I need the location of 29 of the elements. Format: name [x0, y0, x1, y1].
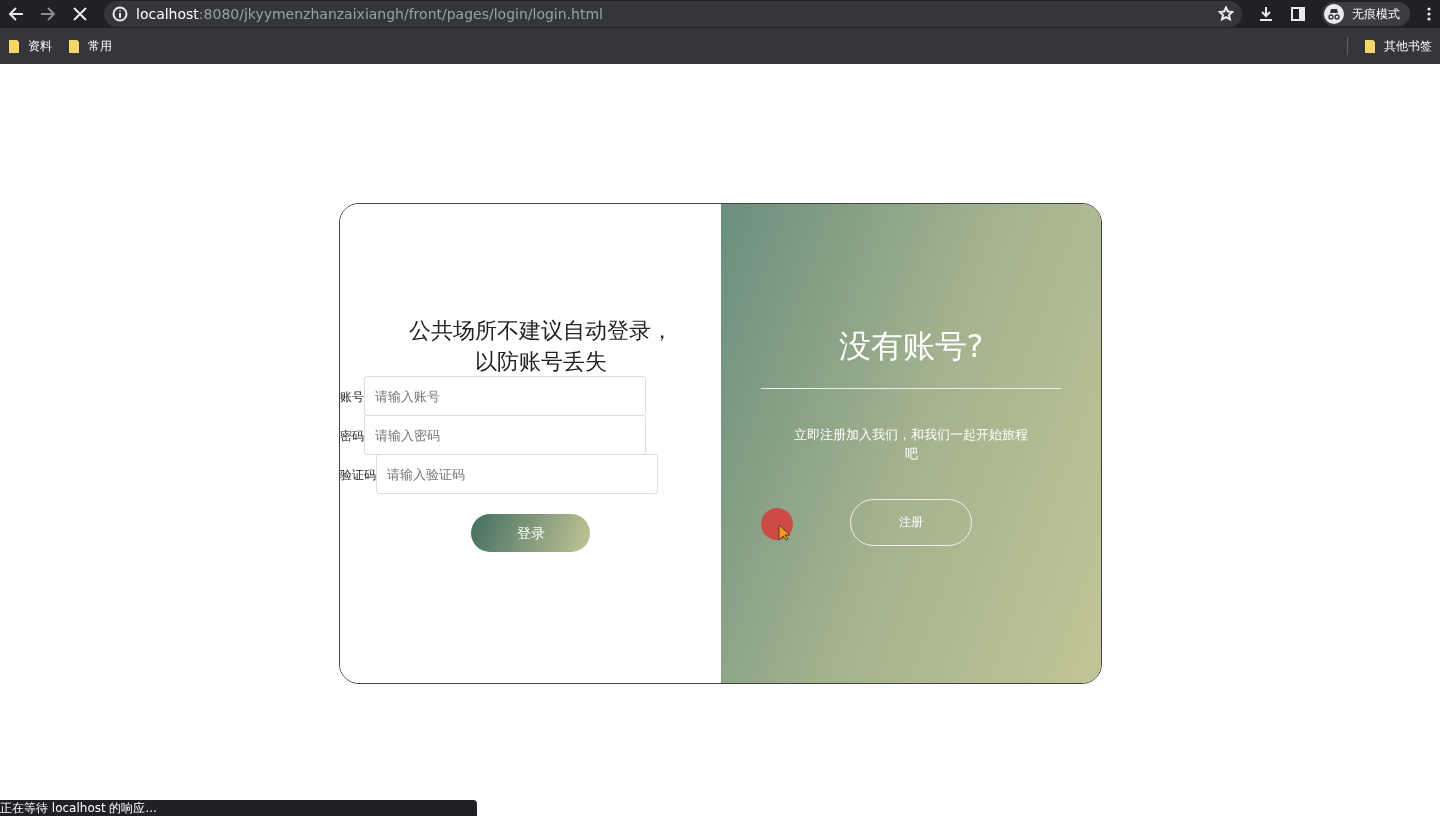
more-menu-icon[interactable]: [1426, 6, 1432, 22]
bookmark-link[interactable]: 其他书签: [1384, 37, 1432, 55]
folder-icon: [68, 38, 80, 54]
bookmark-link[interactable]: 常用: [88, 37, 112, 55]
input-field[interactable]: 请输入账号: [364, 376, 646, 416]
field-label: 密码: [340, 427, 364, 445]
incognito-icon: [1324, 4, 1344, 24]
bookmark-link[interactable]: 资料: [28, 37, 52, 55]
folder-icon: [8, 38, 20, 54]
profile-chip[interactable]: 无痕模式: [1322, 2, 1410, 26]
status-text: 正在等待 localhost 的响应...: [0, 800, 477, 816]
info-icon[interactable]: [112, 6, 128, 22]
signup-title: 没有账号?: [838, 325, 984, 367]
close-icon[interactable]: [72, 6, 88, 22]
signup-text: 立即注册加入我们，和我们一起开始旅程吧: [793, 425, 1029, 463]
download-icon[interactable]: [1258, 6, 1274, 22]
url-text: localhost:8080/jkyymenzhanzaixiangh/front/pages/login/login.html: [136, 4, 603, 24]
address-bar[interactable]: localhost:8080/jkyymenzhanzaixiangh/front/pages/login/login.html: [104, 1, 1242, 27]
folder-icon: [1364, 38, 1376, 54]
forward-arrow-icon[interactable]: [40, 6, 56, 22]
field-label: 验证码: [340, 466, 376, 484]
side-panel-icon[interactable]: [1290, 6, 1306, 22]
login-title: 公共场所不建议自动登录，以防账号丢失: [407, 317, 674, 376]
star-icon[interactable]: [1218, 6, 1234, 22]
field-label: 账号: [340, 388, 364, 406]
input-field[interactable]: 请输入密码: [364, 415, 646, 455]
back-arrow-icon[interactable]: [8, 6, 24, 22]
click-indicator-icon: [761, 508, 794, 541]
input-field[interactable]: 请输入验证码: [376, 454, 658, 494]
